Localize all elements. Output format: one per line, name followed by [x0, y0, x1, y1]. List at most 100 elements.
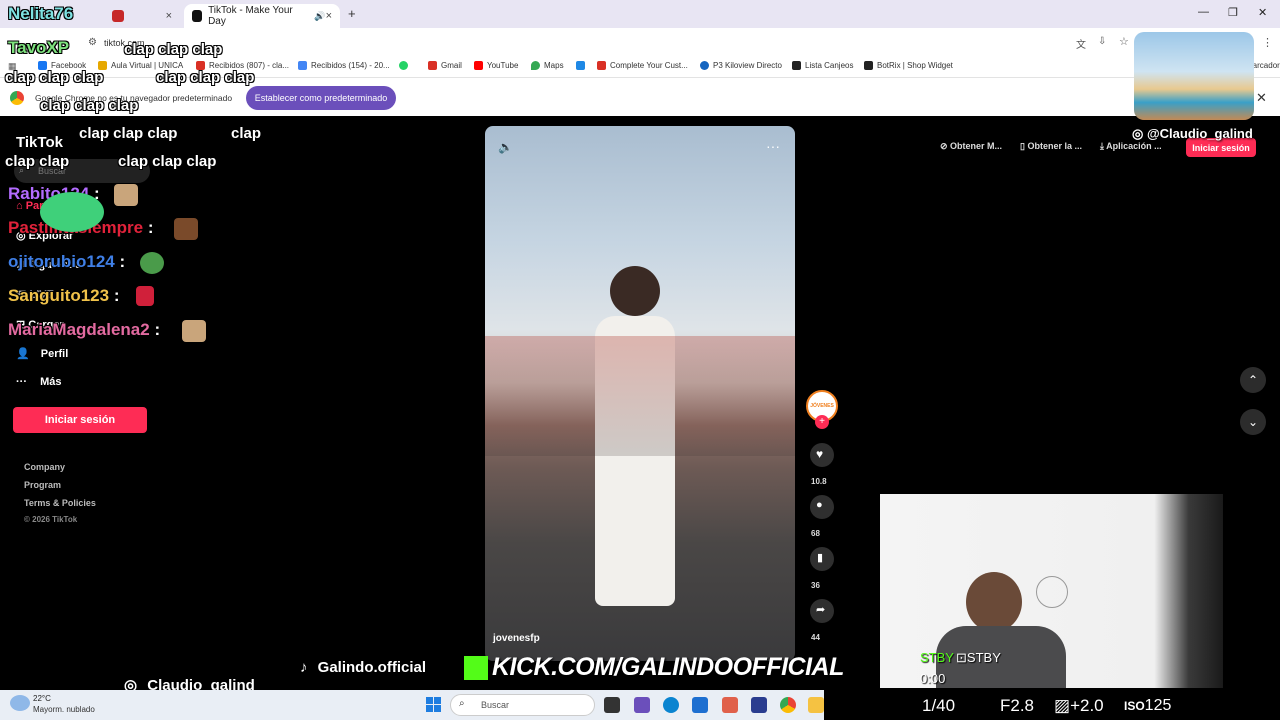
tiktok-logo[interactable]: TikTok [16, 134, 63, 151]
camera-stby-1: STBY [920, 650, 954, 665]
bookmark-kiloview[interactable] [576, 61, 589, 70]
photoshop-icon[interactable] [751, 697, 767, 713]
bookmark-complete[interactable]: Complete Your Cust... [597, 61, 688, 70]
chat-message-clap: clap clap clap [40, 97, 139, 114]
weather-temp[interactable]: 22°C [33, 694, 51, 703]
weather-desc[interactable]: Mayorm. nublado [33, 705, 95, 714]
office-icon[interactable] [722, 697, 738, 713]
bookmark-p3-kiloview[interactable]: P3 Kiloview Directo [700, 61, 782, 70]
windows-start-icon[interactable] [426, 697, 441, 712]
gmail-icon [428, 61, 437, 70]
bookmark-gmail[interactable]: Gmail [428, 61, 462, 70]
nav-mas[interactable]: ··· Más [16, 376, 61, 388]
camera-stby-2: ⊡STBY [956, 650, 1001, 665]
taskbar-search[interactable]: Buscar [450, 694, 595, 716]
botrix-icon [864, 61, 873, 70]
whatsapp-icon [399, 61, 408, 70]
footer-terms-link[interactable]: Terms & Policies [24, 498, 96, 508]
cat-emote-icon [182, 320, 206, 342]
chat-message-clap: clap [231, 125, 262, 142]
new-tab-button[interactable]: + [348, 6, 356, 21]
share-icon: ➦ [816, 604, 826, 616]
youtube-icon [474, 61, 483, 70]
footer-program-link[interactable]: Program [24, 480, 61, 490]
comment-count: 68 [811, 529, 820, 538]
next-video-button[interactable]: ⌄ [1240, 409, 1266, 435]
record-icon: ⊡ [956, 650, 967, 665]
nav-perfil[interactable]: 👤 Perfil [16, 347, 68, 360]
tab-favicon-icon [112, 10, 124, 22]
speaker-icon[interactable]: 🔊 [314, 11, 325, 22]
close-window-button[interactable]: ✕ [1258, 6, 1267, 19]
copilot-icon[interactable] [634, 697, 650, 713]
tab-title: TikTok - Make Your Day [208, 5, 293, 27]
save-button[interactable]: ▮ [810, 547, 834, 571]
search-icon: ⌕ [459, 698, 465, 709]
chevron-down-icon: ⌄ [1247, 415, 1259, 429]
bookmark-star-icon[interactable]: ☆ [1119, 35, 1129, 48]
chrome-taskbar-icon[interactable] [780, 697, 796, 713]
chat-user-6: MariaMagdalena2 : [8, 320, 161, 339]
start-tile [426, 705, 433, 712]
video-player[interactable] [485, 126, 795, 661]
camera-time: 0:00 [920, 671, 946, 686]
frog-emote-icon [40, 192, 104, 232]
chat-message-clap: clap clap clap [5, 69, 104, 86]
profile-icon: 👤 [16, 348, 30, 360]
chat-user-1: TavoXP [8, 38, 70, 57]
video-more-icon[interactable]: ··· [766, 138, 780, 154]
bookmark-youtube[interactable]: YouTube [474, 61, 518, 70]
edge-icon[interactable] [663, 697, 679, 713]
streamer-thumbnail [1134, 32, 1254, 120]
share-button[interactable]: ➦ [810, 599, 834, 623]
footer-company-link[interactable]: Company [24, 462, 65, 472]
get-app-button[interactable]: ▯ Obtener la ... [1020, 141, 1082, 152]
menu-kebab-icon[interactable]: ⋮ [1262, 36, 1273, 49]
save-count: 36 [811, 581, 820, 590]
desktop-app-button[interactable]: ⤓ Aplicación ... [1100, 141, 1162, 152]
comment-icon: ● [816, 499, 823, 511]
start-tile [426, 697, 433, 704]
bookmark-whatsapp[interactable] [399, 61, 412, 70]
camera-iso: ISO125 [1124, 697, 1172, 714]
task-view-icon[interactable] [604, 697, 620, 713]
video-crowd [485, 336, 795, 456]
install-icon[interactable]: ⇩ [1098, 36, 1106, 47]
browser-tab-tiktok[interactable]: TikTok - Make Your Day 🔊 × [184, 4, 340, 28]
maps-pin-icon [531, 61, 540, 70]
tab-close-icon[interactable]: × [166, 10, 172, 22]
infobar-close-icon[interactable]: ✕ [1256, 90, 1267, 106]
bookmark-botrix[interactable]: BotRix | Shop Widget [864, 61, 953, 70]
sidebar-login-button[interactable]: Iniciar sesión [13, 407, 147, 433]
bookmark-lista-canjeos[interactable]: Lista Canjeos [792, 61, 853, 70]
file-explorer-icon[interactable] [808, 697, 824, 713]
previous-video-button[interactable]: ⌃ [1240, 367, 1266, 393]
translate-icon[interactable]: 文 [1076, 36, 1086, 51]
chat-user-top: Nelita76 [8, 4, 74, 23]
start-tile [434, 705, 441, 712]
like-button[interactable]: ♥ [810, 443, 834, 467]
mute-icon[interactable]: 🔈 [498, 140, 513, 154]
comment-button[interactable]: ● [810, 495, 834, 519]
instagram-handle: ◎ @Claudio_galind [1132, 126, 1253, 141]
camera-shutter: 1/40 [922, 696, 956, 715]
bookmark-icon: ▮ [817, 552, 824, 564]
minimize-button[interactable]: — [1198, 6, 1209, 18]
camera-exposure: ▨+2.0 [1054, 696, 1104, 715]
get-coins-button[interactable]: ⊘ Obtener M... [940, 141, 1002, 152]
tab-close-icon[interactable]: × [326, 10, 332, 22]
chat-user-5: Sanguito123 : [8, 286, 120, 305]
kick-logo-icon [464, 656, 488, 681]
chevron-up-icon: ⌃ [1247, 373, 1259, 387]
set-default-button[interactable]: Establecer como predeterminado [246, 86, 396, 110]
bookmark-maps[interactable]: Maps [531, 61, 564, 70]
follow-plus-icon[interactable]: + [815, 415, 829, 429]
store-icon[interactable] [692, 697, 708, 713]
heart-icon: ♥ [816, 447, 824, 461]
video-username[interactable]: jovenesfp [493, 633, 540, 644]
chat-message-clap: clap clap clap [118, 153, 217, 170]
bookmark-recibidos-154[interactable]: Recibidos (154) - 20... [298, 61, 390, 70]
site-info-icon[interactable]: ⚙ [88, 37, 97, 48]
chat-user-4: ojitorubio124 : [8, 252, 126, 271]
maximize-button[interactable]: ❐ [1228, 6, 1238, 19]
